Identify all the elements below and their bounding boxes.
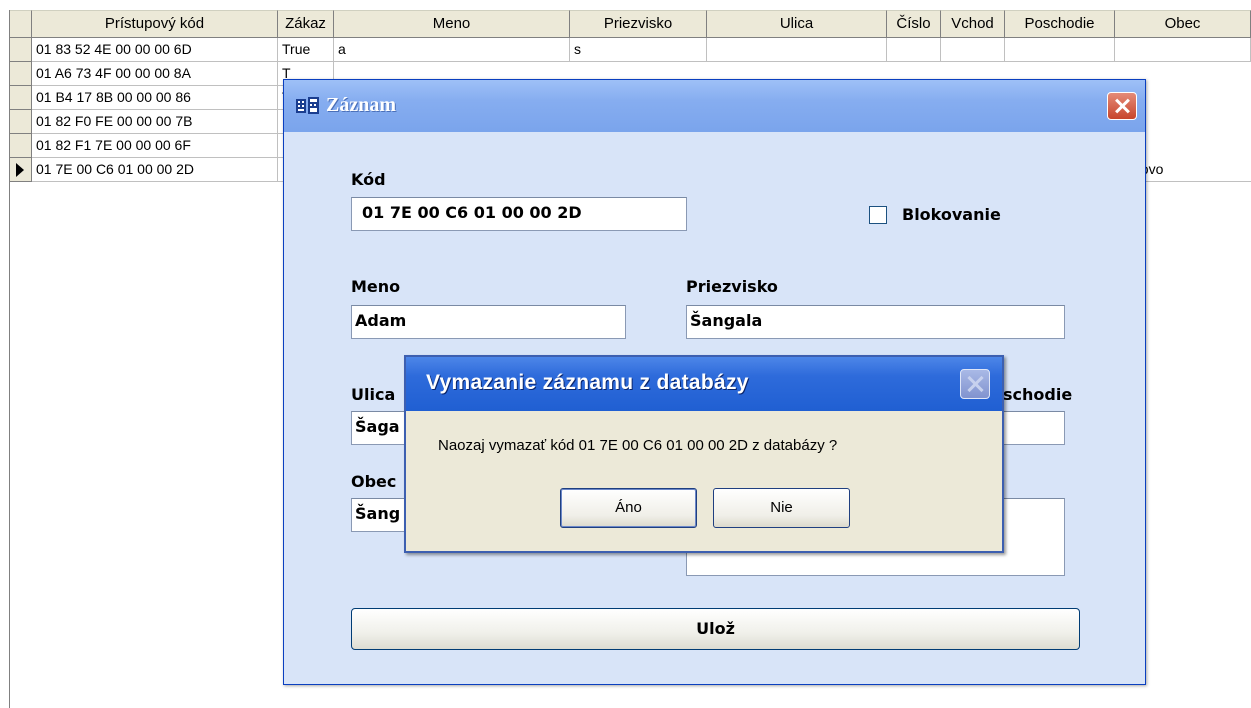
row-indicator[interactable] [10,86,32,110]
record-dialog-title: Záznam [326,94,396,116]
cell-access-code[interactable]: 01 82 F0 FE 00 00 00 7B [32,110,278,134]
first-name-label: Meno [351,277,401,296]
cell-access-code[interactable]: 01 82 F1 7E 00 00 00 6F [32,134,278,158]
column-header-last-name[interactable]: Priezvisko [570,10,707,38]
column-header-ban[interactable]: Zákaz [278,10,334,38]
column-header-first-name[interactable]: Meno [334,10,570,38]
confirm-dialog-close-icon[interactable] [960,369,990,399]
row-indicator[interactable] [10,110,32,134]
code-field[interactable]: 01 7E 00 C6 01 00 00 2D [351,197,687,231]
cell-access-code[interactable]: 01 7E 00 C6 01 00 00 2D [32,158,278,182]
city-label: Obec [351,472,397,491]
cell-access-code[interactable]: 01 B4 17 8B 00 00 00 86 [32,86,278,110]
confirm-delete-dialog: Vymazanie záznamu z databázy Naozaj vyma… [404,355,1004,553]
code-label: Kód [351,170,386,189]
column-header-city[interactable]: Obec [1115,10,1251,38]
cell-first-name[interactable]: a [334,38,570,62]
yes-button[interactable]: Áno [560,488,697,528]
cell-access-code[interactable]: 01 A6 73 4F 00 00 00 8A [32,62,278,86]
cell-city[interactable] [1115,38,1251,62]
block-checkbox[interactable] [869,206,887,224]
cell-last-name[interactable]: s [570,38,707,62]
cell-ban[interactable]: True [278,38,334,62]
cell-number[interactable] [887,38,941,62]
street-label: Ulica [351,385,396,404]
row-indicator[interactable] [10,62,32,86]
column-header-access-code[interactable]: Prístupový kód [32,10,278,38]
cell-access-code[interactable]: 01 83 52 4E 00 00 00 6D [32,38,278,62]
confirm-dialog-title: Vymazanie záznamu z databázy [426,371,749,394]
row-indicator[interactable] [10,134,32,158]
first-name-field[interactable]: Adam [351,305,626,339]
column-header-floor[interactable]: Poschodie [1005,10,1115,38]
confirm-message: Naozaj vymazať kód 01 7E 00 C6 01 00 00 … [438,437,838,454]
record-dialog-titlebar[interactable]: Záznam [284,80,1145,132]
grid-corner-header [10,10,32,38]
floor-label: schodie [1003,385,1073,404]
app-icon [296,97,319,114]
column-header-entrance[interactable]: Vchod [941,10,1005,38]
save-button[interactable]: Ulož [351,608,1080,650]
last-name-field[interactable]: Šangala [686,305,1065,339]
row-indicator[interactable] [10,38,32,62]
column-header-street[interactable]: Ulica [707,10,887,38]
table-row[interactable]: 01 83 52 4E 00 00 00 6D True a s [10,38,1251,62]
column-header-number[interactable]: Číslo [887,10,941,38]
current-row-arrow-icon [16,163,24,177]
block-label: Blokovanie [902,205,1001,224]
cell-floor[interactable] [1005,38,1115,62]
confirm-dialog-titlebar[interactable]: Vymazanie záznamu z databázy [406,357,1002,411]
cell-street[interactable] [707,38,887,62]
cell-entrance[interactable] [941,38,1005,62]
no-button[interactable]: Nie [713,488,850,528]
row-indicator-current[interactable] [10,158,32,182]
last-name-label: Priezvisko [686,277,778,296]
record-dialog-close-icon[interactable] [1107,92,1137,120]
